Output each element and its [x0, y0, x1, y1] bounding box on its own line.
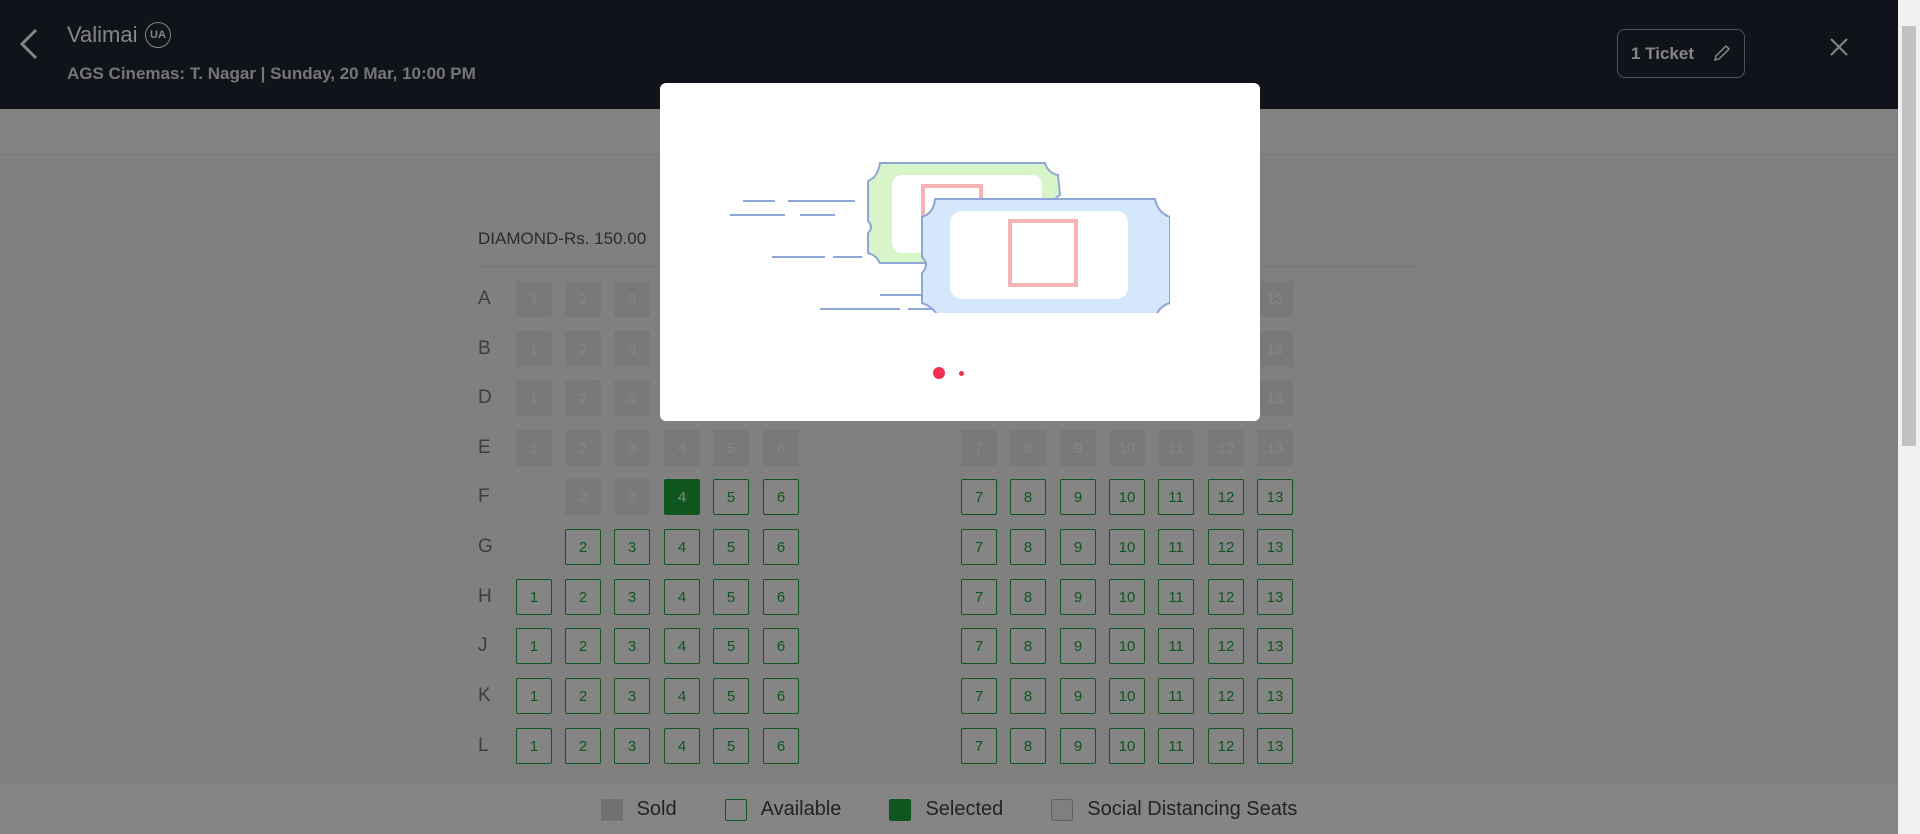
- loader-dot: [933, 367, 945, 379]
- loader-dot-small: [959, 371, 964, 376]
- scrollbar-thumb[interactable]: [1902, 26, 1916, 446]
- tickets-illustration: [730, 162, 1170, 313]
- loading-modal: [660, 83, 1260, 421]
- page-scrollbar[interactable]: [1898, 0, 1920, 834]
